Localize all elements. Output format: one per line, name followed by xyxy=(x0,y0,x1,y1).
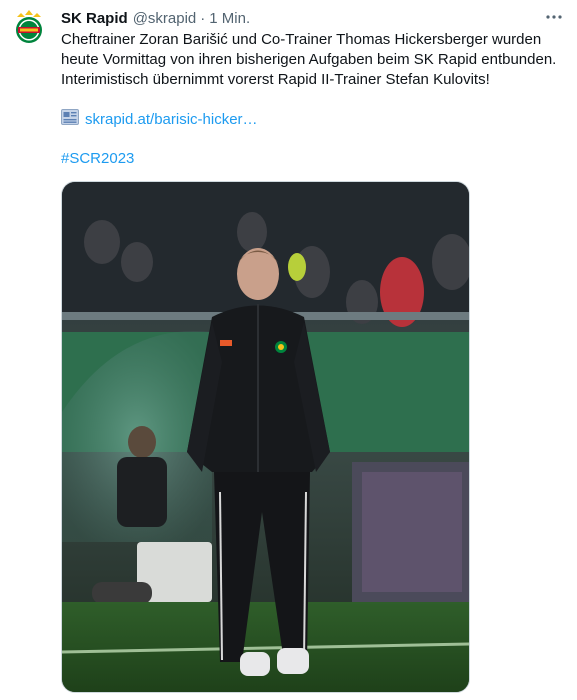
hashtag-link[interactable]: #SCR2023 xyxy=(61,149,134,169)
tweet-header: SK Rapid @skrapid · 1 Min. xyxy=(61,8,250,28)
sk-rapid-crest-icon[interactable] xyxy=(11,9,47,45)
user-handle[interactable]: @skrapid xyxy=(133,10,197,27)
more-options-button[interactable] xyxy=(543,8,565,26)
tweet-text-line: heute Vormittag von ihren bisherigen Auf… xyxy=(61,51,557,68)
tweet-text: Cheftrainer Zoran Barišić und Co-Trainer… xyxy=(61,30,571,90)
more-options-icon xyxy=(546,15,562,19)
article-link-text[interactable]: skrapid.at/barisic-hicker… xyxy=(85,111,258,128)
display-name[interactable]: SK Rapid xyxy=(61,10,128,27)
tweet-text-line: Cheftrainer Zoran Barišić und Co-Trainer… xyxy=(61,31,542,48)
tweet-text-line: Interimistisch übernimmt vorerst Rapid I… xyxy=(61,71,490,88)
separator-dot: · xyxy=(200,9,206,27)
article-link[interactable]: skrapid.at/barisic-hicker… xyxy=(61,109,258,129)
tweet-photo[interactable] xyxy=(61,181,470,693)
article-link-icon xyxy=(61,109,79,129)
timestamp[interactable]: 1 Min. xyxy=(209,10,250,27)
